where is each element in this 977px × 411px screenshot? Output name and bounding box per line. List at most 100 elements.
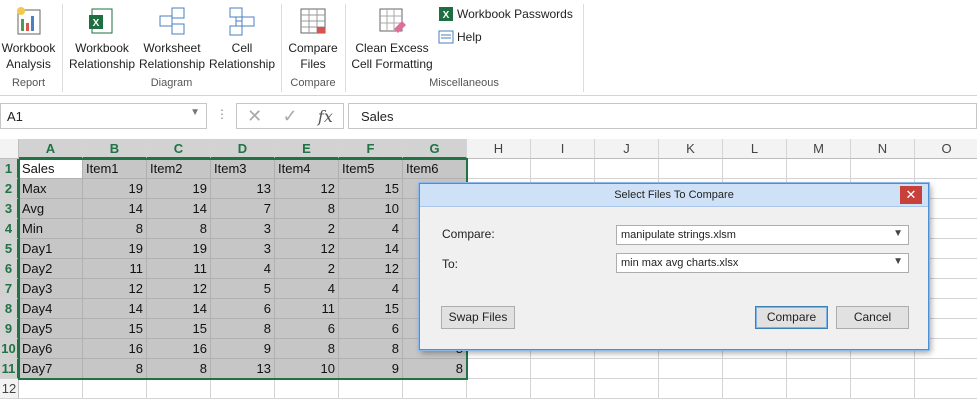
cell-b9[interactable]: 15 [83, 319, 147, 339]
column-header-h[interactable]: H [467, 139, 531, 159]
cell-n11[interactable] [851, 359, 915, 379]
cell-m12[interactable] [787, 379, 851, 399]
row-header-10[interactable]: 10 [0, 339, 19, 359]
row-header-3[interactable]: 3 [0, 199, 19, 219]
cell-f5[interactable]: 14 [339, 239, 403, 259]
cell-b12[interactable] [83, 379, 147, 399]
cell-b8[interactable]: 14 [83, 299, 147, 319]
cell-c8[interactable]: 14 [147, 299, 211, 319]
cell-c10[interactable]: 16 [147, 339, 211, 359]
cell-h12[interactable] [467, 379, 531, 399]
column-header-d[interactable]: D [211, 139, 275, 159]
row-header-8[interactable]: 8 [0, 299, 19, 319]
cell-e3[interactable]: 8 [275, 199, 339, 219]
cell-l12[interactable] [723, 379, 787, 399]
cell-o12[interactable] [915, 379, 977, 399]
cell-e12[interactable] [275, 379, 339, 399]
cell-d8[interactable]: 6 [211, 299, 275, 319]
clean-excess-formatting-button[interactable]: Clean Excess Cell Formatting [349, 0, 435, 72]
cell-c12[interactable] [147, 379, 211, 399]
cell-g1[interactable]: Item6 [403, 159, 467, 179]
column-header-a[interactable]: A [19, 139, 83, 159]
cell-f2[interactable]: 15 [339, 179, 403, 199]
cell-d1[interactable]: Item3 [211, 159, 275, 179]
cell-j1[interactable] [595, 159, 659, 179]
cell-b7[interactable]: 12 [83, 279, 147, 299]
column-header-b[interactable]: B [83, 139, 147, 159]
column-header-f[interactable]: F [339, 139, 403, 159]
cell-e2[interactable]: 12 [275, 179, 339, 199]
cell-f4[interactable]: 4 [339, 219, 403, 239]
cell-a12[interactable] [19, 379, 83, 399]
cell-e11[interactable]: 10 [275, 359, 339, 379]
compare-files-button[interactable]: Compare Files [285, 0, 341, 72]
cell-b5[interactable]: 19 [83, 239, 147, 259]
cell-d11[interactable]: 13 [211, 359, 275, 379]
cell-m1[interactable] [787, 159, 851, 179]
cell-d12[interactable] [211, 379, 275, 399]
help-button[interactable]: Help [438, 29, 482, 45]
cell-a3[interactable]: Avg [19, 199, 83, 219]
cell-relationship-button[interactable]: Cell Relationship [208, 0, 276, 72]
cell-i11[interactable] [531, 359, 595, 379]
cell-d4[interactable]: 3 [211, 219, 275, 239]
cell-m11[interactable] [787, 359, 851, 379]
column-header-m[interactable]: M [787, 139, 851, 159]
cell-e5[interactable]: 12 [275, 239, 339, 259]
cell-e4[interactable]: 2 [275, 219, 339, 239]
column-header-c[interactable]: C [147, 139, 211, 159]
column-header-l[interactable]: L [723, 139, 787, 159]
compare-file-select[interactable]: manipulate strings.xlsm ▼ [616, 225, 909, 245]
cell-d6[interactable]: 4 [211, 259, 275, 279]
cell-d2[interactable]: 13 [211, 179, 275, 199]
to-file-select[interactable]: min max avg charts.xlsx ▼ [616, 253, 909, 273]
cell-b3[interactable]: 14 [83, 199, 147, 219]
row-header-11[interactable]: 11 [0, 359, 19, 379]
cell-f11[interactable]: 9 [339, 359, 403, 379]
cell-f6[interactable]: 12 [339, 259, 403, 279]
cell-a4[interactable]: Min [19, 219, 83, 239]
name-box[interactable]: A1 ▼ [0, 103, 207, 129]
workbook-analysis-button[interactable]: Workbook Analysis [0, 0, 57, 72]
swap-files-button[interactable]: Swap Files [441, 306, 515, 329]
cell-j12[interactable] [595, 379, 659, 399]
cell-h11[interactable] [467, 359, 531, 379]
cell-f1[interactable]: Item5 [339, 159, 403, 179]
cell-g12[interactable] [403, 379, 467, 399]
cell-b6[interactable]: 11 [83, 259, 147, 279]
cell-i12[interactable] [531, 379, 595, 399]
cell-o1[interactable] [915, 159, 977, 179]
row-header-2[interactable]: 2 [0, 179, 19, 199]
cell-i1[interactable] [531, 159, 595, 179]
row-header-9[interactable]: 9 [0, 319, 19, 339]
cell-d3[interactable]: 7 [211, 199, 275, 219]
cell-c7[interactable]: 12 [147, 279, 211, 299]
row-header-5[interactable]: 5 [0, 239, 19, 259]
cancel-button[interactable]: Cancel [836, 306, 909, 329]
cell-a2[interactable]: Max [19, 179, 83, 199]
cell-k12[interactable] [659, 379, 723, 399]
cell-d9[interactable]: 8 [211, 319, 275, 339]
cell-e8[interactable]: 11 [275, 299, 339, 319]
cell-j11[interactable] [595, 359, 659, 379]
cell-c4[interactable]: 8 [147, 219, 211, 239]
cell-l11[interactable] [723, 359, 787, 379]
worksheet-relationship-button[interactable]: Worksheet Relationship [139, 0, 205, 72]
cell-f7[interactable]: 4 [339, 279, 403, 299]
cell-n12[interactable] [851, 379, 915, 399]
enter-entry-icon[interactable]: ✓ [283, 106, 298, 127]
cell-b11[interactable]: 8 [83, 359, 147, 379]
cell-b1[interactable]: Item1 [83, 159, 147, 179]
cell-a9[interactable]: Day5 [19, 319, 83, 339]
chevron-down-icon[interactable]: ▼ [190, 107, 200, 118]
cell-e7[interactable]: 4 [275, 279, 339, 299]
cell-c5[interactable]: 19 [147, 239, 211, 259]
dialog-title-bar[interactable]: Select Files To Compare ✕ [420, 184, 928, 207]
cell-f12[interactable] [339, 379, 403, 399]
row-header-7[interactable]: 7 [0, 279, 19, 299]
formula-bar-resize-handle[interactable]: ⋮ [216, 107, 228, 121]
cell-f8[interactable]: 15 [339, 299, 403, 319]
cell-l1[interactable] [723, 159, 787, 179]
cell-e9[interactable]: 6 [275, 319, 339, 339]
cell-c1[interactable]: Item2 [147, 159, 211, 179]
